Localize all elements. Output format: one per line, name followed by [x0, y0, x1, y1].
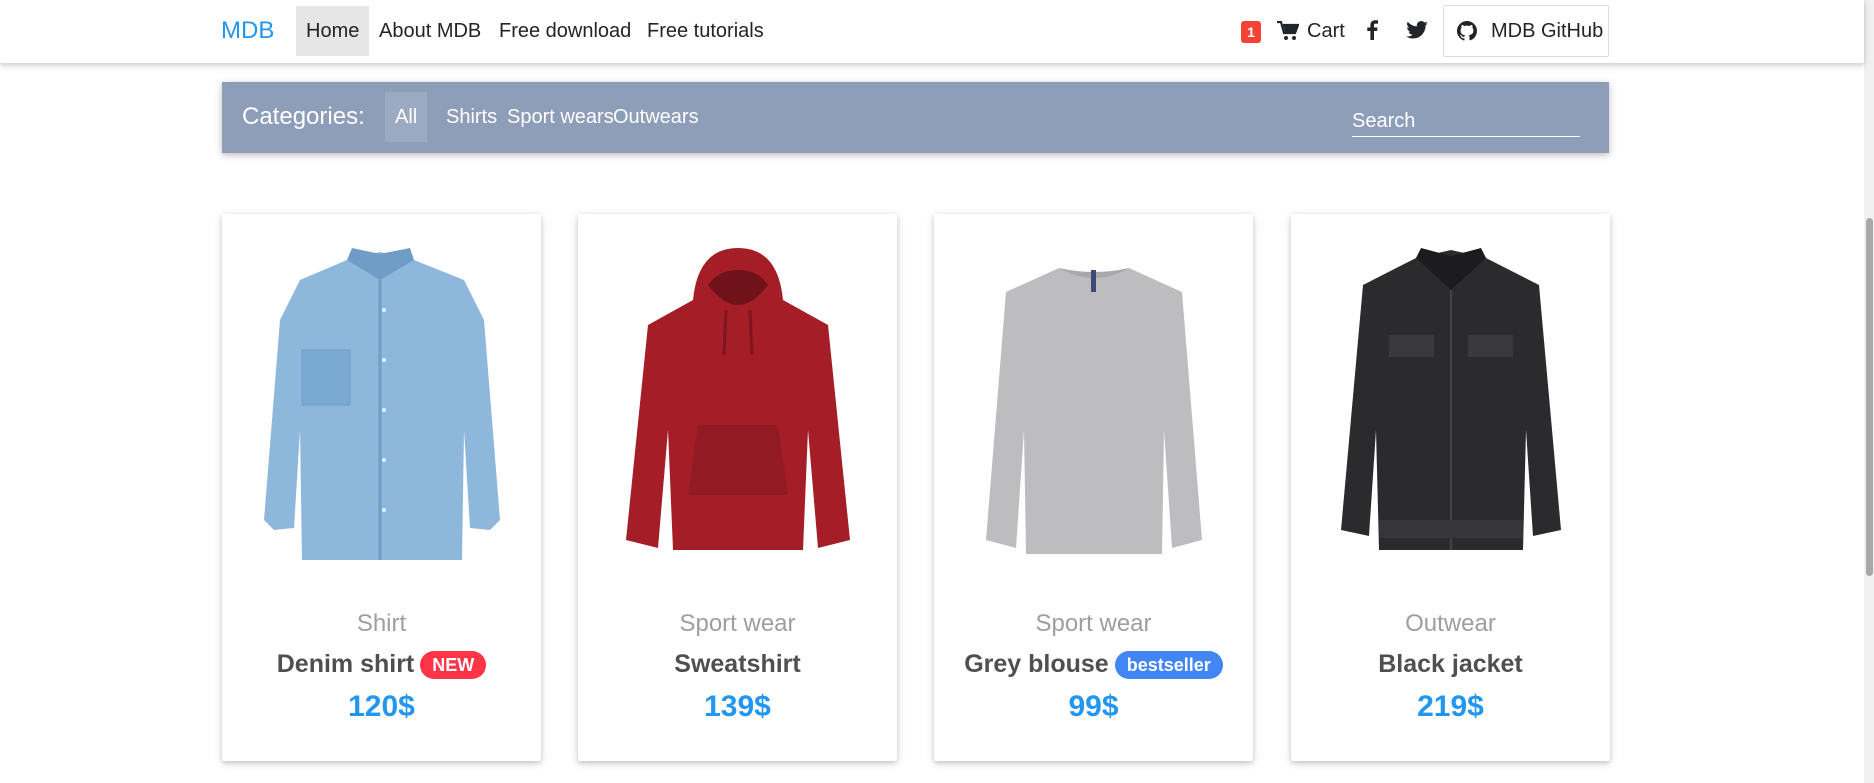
twitter-link[interactable] [1406, 21, 1428, 44]
denim-shirt-image [264, 248, 500, 560]
product-price: 139$ [704, 690, 771, 723]
product-card-sweatshirt[interactable]: Sport wear Sweatshirt 139$ [578, 214, 897, 761]
twitter-icon [1406, 21, 1428, 39]
product-category: Shirt [356, 610, 407, 637]
product-name: Grey blouse [964, 650, 1109, 678]
product-category: Sport wear [679, 610, 796, 637]
cart-icon [1277, 21, 1299, 40]
product-name: Black jacket [1378, 650, 1523, 678]
category-all[interactable]: All [385, 92, 428, 142]
product-price: 120$ [348, 690, 415, 723]
product-card-grey-blouse[interactable]: Sport wear Grey blouse bestseller 99$ [934, 214, 1253, 761]
sweatshirt-image [626, 248, 850, 550]
facebook-link[interactable] [1366, 20, 1378, 45]
github-label: MDB GitHub [1491, 19, 1604, 42]
product-name: Sweatshirt [674, 650, 801, 678]
categories-title: Categories: [242, 103, 365, 130]
product-title[interactable]: Denim shirt NEW [222, 650, 541, 679]
top-navbar: MDB Home About MDB Free download Free tu… [0, 0, 1864, 63]
product-card-black-jacket[interactable]: Outwear Black jacket 219$ [1291, 214, 1610, 761]
grey-blouse-image [986, 268, 1202, 554]
categories-bar: Categories: All Shirts Sport wears Outwe… [222, 82, 1609, 153]
cart-link[interactable]: Cart [1277, 16, 1345, 46]
github-icon [1457, 21, 1477, 41]
product-title[interactable]: Grey blouse bestseller [934, 650, 1253, 679]
nav-free-download[interactable]: Free download [489, 6, 641, 56]
cart-label: Cart [1307, 19, 1345, 42]
nav-home[interactable]: Home [296, 6, 370, 56]
black-jacket-image [1341, 248, 1561, 550]
brand-logo[interactable]: MDB [221, 17, 274, 45]
product-name: Denim shirt [276, 650, 415, 678]
scrollbar-thumb[interactable] [1866, 218, 1873, 576]
product-category: Outwear [1405, 610, 1496, 637]
category-outwears[interactable]: Outwears [603, 92, 709, 142]
nav-about[interactable]: About MDB [369, 6, 491, 56]
bestseller-badge: bestseller [1114, 650, 1223, 679]
product-title[interactable]: Sweatshirt [578, 650, 897, 679]
facebook-icon [1367, 20, 1378, 40]
cart-count-badge: 1 [1241, 21, 1261, 43]
new-badge: NEW [420, 650, 487, 679]
product-category: Sport wear [1035, 610, 1152, 637]
product-price: 99$ [1068, 690, 1119, 723]
product-card-denim-shirt[interactable]: Shirt Denim shirt NEW 120$ [222, 214, 541, 761]
product-title[interactable]: Black jacket [1291, 650, 1610, 679]
github-button[interactable]: MDB GitHub [1443, 5, 1609, 57]
nav-free-tutorials[interactable]: Free tutorials [637, 6, 774, 56]
product-price: 219$ [1417, 690, 1484, 723]
search-input[interactable] [1352, 107, 1580, 137]
